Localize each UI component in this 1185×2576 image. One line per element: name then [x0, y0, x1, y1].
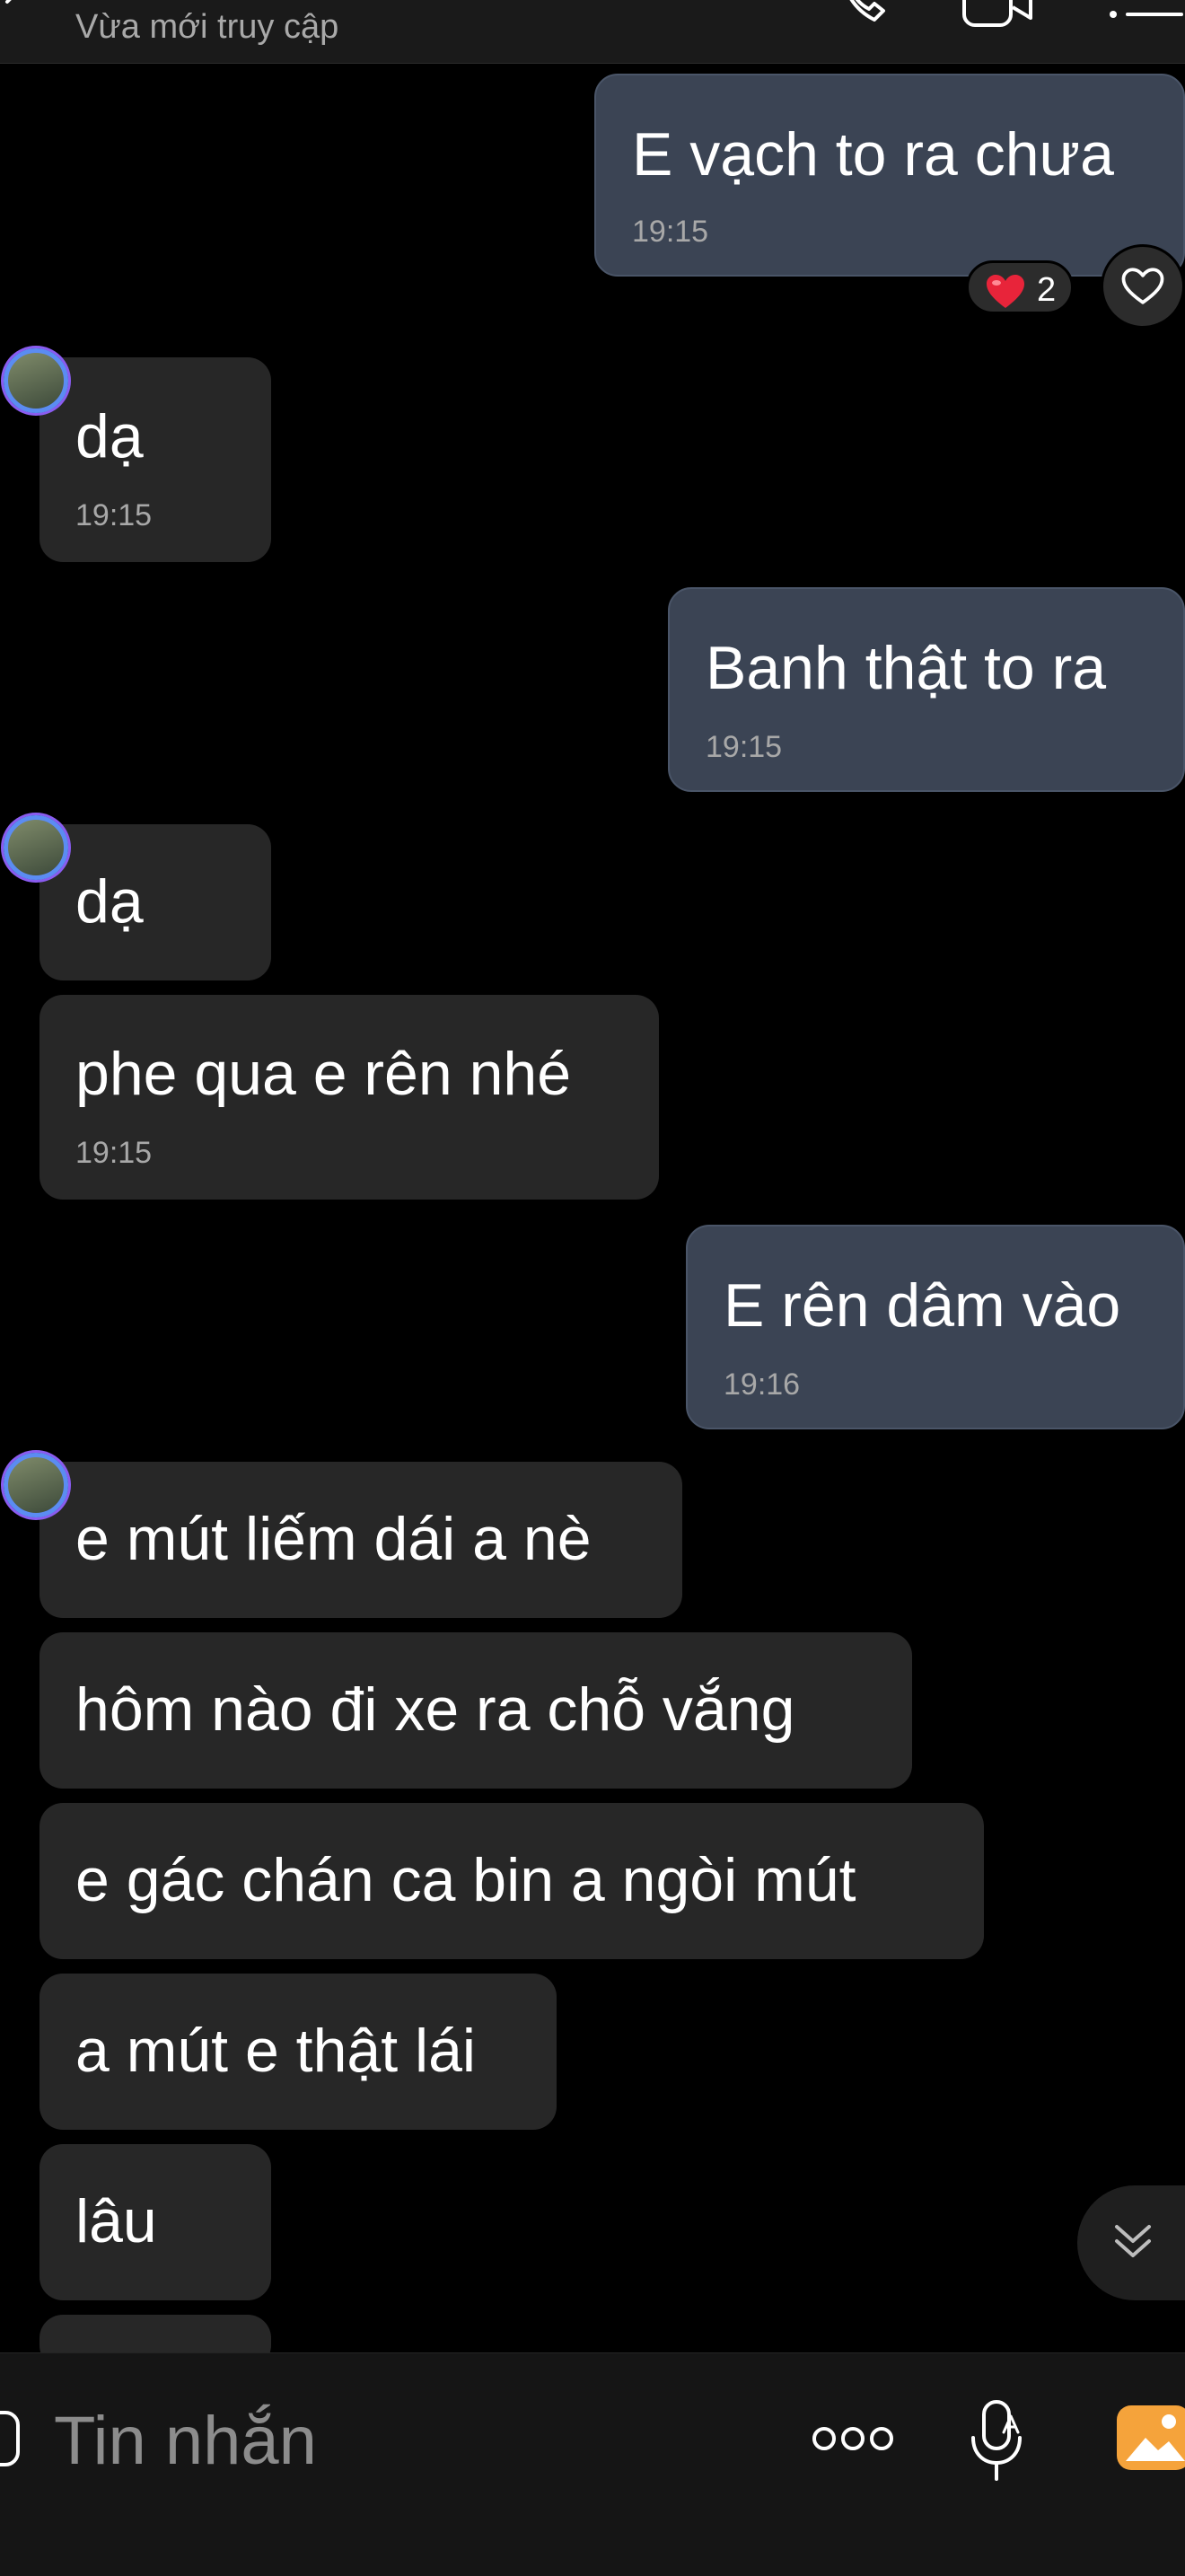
message-text: dạ [75, 402, 144, 470]
message-time: 19:15 [75, 498, 153, 532]
message-text: E rên dâm vào [724, 1271, 1121, 1340]
message-time: 19:15 [75, 1136, 153, 1170]
incoming-message[interactable]: dạ 19:15 [4, 348, 271, 562]
double-chevron-down-icon [1115, 2225, 1151, 2257]
contact-status: Vừa mới truy cập [75, 8, 339, 46]
message-text: dạ [75, 867, 144, 936]
message-composer [0, 2352, 1185, 2576]
incoming-message[interactable]: lâu [40, 2144, 271, 2300]
voice-icon[interactable] [968, 2398, 1025, 2483]
reaction-count: 2 [1037, 271, 1057, 309]
more-icon[interactable] [808, 2416, 898, 2461]
message-time: 19:15 [706, 730, 783, 764]
reaction-badge[interactable]: 2 [966, 260, 1074, 314]
chat-header: Vừa mới truy cập [0, 0, 1185, 64]
message-text: a mút e thật lái [75, 2017, 477, 2085]
avatar[interactable] [4, 1453, 68, 1517]
photo-icon[interactable] [1113, 2402, 1185, 2474]
message-text: e gác chán ca bin a ngòi mút [75, 1846, 856, 1914]
message-time: 19:16 [724, 1367, 801, 1402]
avatar[interactable] [4, 815, 68, 880]
message-text: e mút liếm dái a nè [75, 1505, 592, 1573]
incoming-message[interactable]: e gác chán ca bin a ngòi mút [40, 1803, 984, 1959]
heart-outline-icon [1121, 268, 1164, 304]
outgoing-message[interactable]: E vạch to ra chưa 19:15 [594, 74, 1185, 277]
message-text: E vạch to ra chưa [632, 120, 1114, 189]
sticker-icon[interactable] [0, 2407, 22, 2470]
message-text: Banh thật to ra [706, 634, 1107, 702]
video-call-icon[interactable] [961, 0, 1036, 27]
message-text: lâu [75, 2187, 157, 2255]
avatar[interactable] [4, 348, 68, 413]
message-text: hôm nào đi xe ra chỗ vắng [75, 1675, 795, 1744]
back-arrow-icon[interactable] [4, 0, 22, 18]
message-text: phe qua e rên nhé [75, 1040, 572, 1108]
message-time: 19:15 [632, 215, 709, 249]
scroll-down-button[interactable] [1077, 2185, 1185, 2300]
incoming-message[interactable]: e mút liếm dái a nè [4, 1453, 682, 1618]
message-input[interactable] [54, 2400, 736, 2481]
incoming-message[interactable]: dạ [4, 815, 271, 980]
heart-filled-icon [987, 275, 1024, 308]
incoming-message[interactable]: a mút e thật lái [40, 1974, 557, 2130]
outgoing-message[interactable]: Banh thật to ra 19:15 [668, 587, 1185, 792]
react-button[interactable] [1101, 244, 1185, 329]
incoming-message[interactable]: phe qua e rên nhé 19:15 [40, 995, 659, 1200]
incoming-message[interactable]: hôm nào đi xe ra chỗ vắng [40, 1632, 912, 1789]
phone-call-icon[interactable] [835, 0, 892, 27]
outgoing-message[interactable]: E rên dâm vào 19:16 [686, 1225, 1185, 1429]
menu-list-icon[interactable] [1104, 0, 1185, 27]
